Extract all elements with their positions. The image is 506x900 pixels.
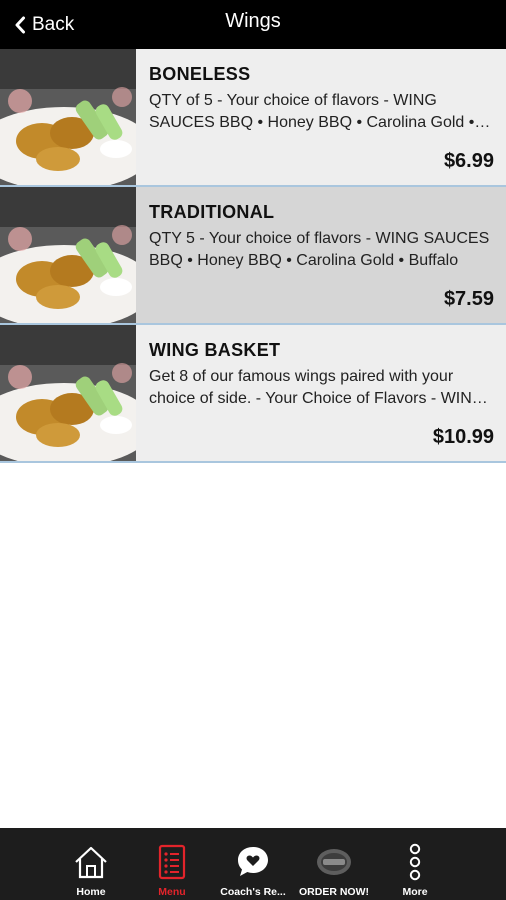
tab-home[interactable]: Home [51,828,132,900]
wings-photo [0,325,136,461]
tab-more[interactable]: More [375,828,456,900]
menu-item-list: BONELESS QTY of 5 - Your choice of flavo… [0,49,506,463]
tab-menu[interactable]: Menu [132,828,213,900]
item-description: QTY of 5 - Your choice of flavors - WING… [149,92,475,131]
menu-item-wing-basket[interactable]: WING BASKET Get 8 of our famous wings pa… [0,325,506,463]
wings-photo [0,49,136,185]
item-price: $7.59 [443,288,494,310]
home-icon [71,842,111,882]
item-description: QTY 5 - Your choice of flavors - WING SA… [149,230,490,269]
item-description: Get 8 of our famous wings paired with yo… [149,368,485,407]
menu-icon [152,842,192,882]
item-name: WING BASKET [149,340,281,360]
tab-order-now[interactable]: ORDER NOW! [294,828,375,900]
chat-heart-icon [233,842,273,882]
wings-photo [0,187,136,323]
top-navigation-bar: Back Wings [0,0,506,49]
item-name: BONELESS [149,64,251,84]
tab-label: More [402,886,428,898]
tab-label: Menu [158,886,186,898]
item-price: $6.99 [443,150,494,172]
menu-item-traditional[interactable]: TRADITIONAL QTY 5 - Your choice of flavo… [0,187,506,325]
tab-coachs-rewards[interactable]: Coach's Re... [213,828,294,900]
tab-label: ORDER NOW! [299,886,369,898]
tab-label: Coach's Re... [220,886,286,898]
more-icon [395,842,435,882]
page-title: Wings [225,10,281,32]
bottom-tab-bar: Home Menu Coach's Re... ORDER NOW! More [0,828,506,900]
item-name: TRADITIONAL [149,202,275,222]
item-price: $10.99 [432,426,494,448]
logo-icon [314,842,354,882]
tab-label: Home [76,886,106,898]
menu-item-boneless[interactable]: BONELESS QTY of 5 - Your choice of flavo… [0,49,506,187]
